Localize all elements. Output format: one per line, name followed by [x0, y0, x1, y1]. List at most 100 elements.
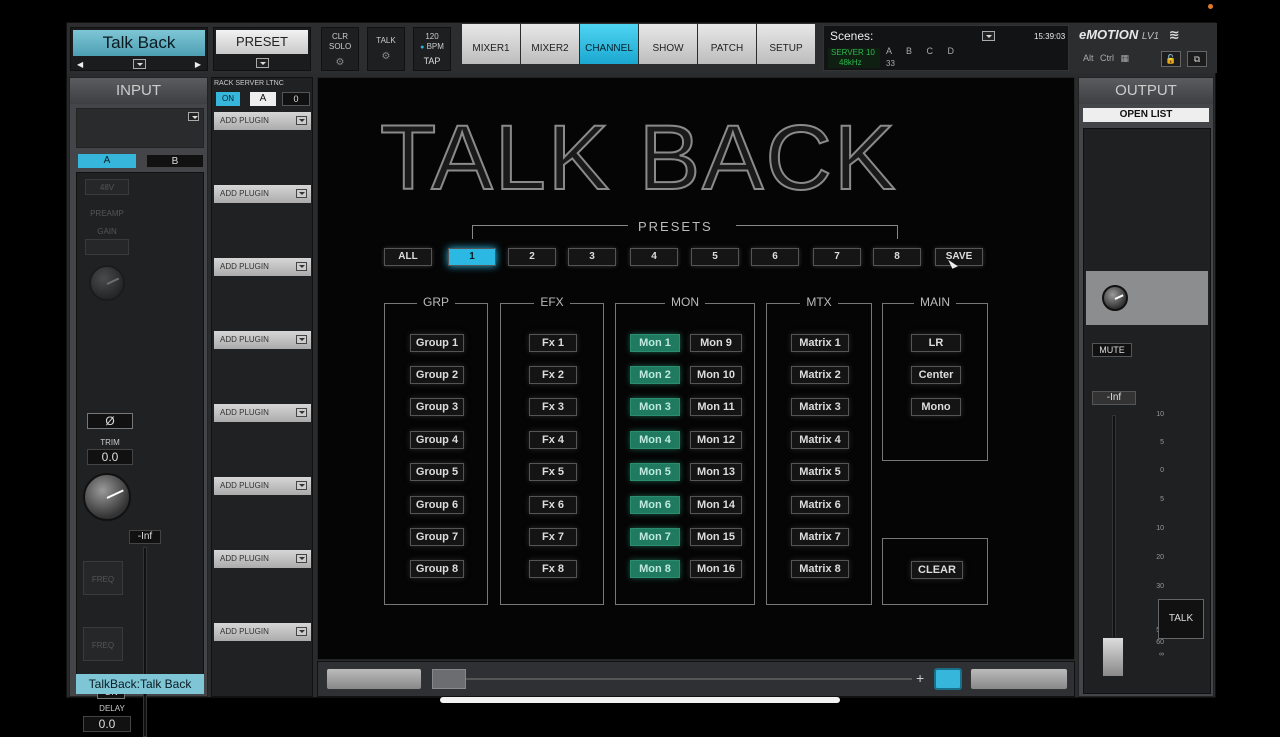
ctrl-key[interactable]: Ctrl — [1100, 53, 1114, 63]
matrix-2-button[interactable]: Matrix 2 — [791, 366, 849, 384]
group-7-button[interactable]: Group 7 — [410, 528, 464, 546]
talk-top-button[interactable]: TALK ⚙ — [367, 27, 405, 71]
phase-invert-button[interactable]: Ø — [87, 413, 133, 429]
bottom-blue-button[interactable] — [934, 668, 962, 690]
mon-14-button[interactable]: Mon 14 — [690, 496, 742, 514]
preset-1-button[interactable]: 1 — [448, 248, 496, 266]
input-fader-track[interactable] — [143, 547, 147, 737]
mon-16-button[interactable]: Mon 16 — [690, 560, 742, 578]
mon-5-button[interactable]: Mon 5 — [630, 463, 680, 481]
matrix-4-button[interactable]: Matrix 4 — [791, 431, 849, 449]
scenes-dropdown-icon[interactable] — [982, 31, 995, 41]
trim-value[interactable]: 0.0 — [87, 449, 133, 465]
add-plugin-slot-2[interactable]: ADD PLUGIN — [214, 185, 311, 203]
mon-9-button[interactable]: Mon 9 — [690, 334, 742, 352]
chevron-down-icon[interactable] — [296, 116, 307, 125]
mon-6-button[interactable]: Mon 6 — [630, 496, 680, 514]
preset-4-button[interactable]: 4 — [630, 248, 678, 266]
fx-2-button[interactable]: Fx 2 — [529, 366, 577, 384]
matrix-5-button[interactable]: Matrix 5 — [791, 463, 849, 481]
preset-5-button[interactable]: 5 — [691, 248, 739, 266]
mon-1-button[interactable]: Mon 1 — [630, 334, 680, 352]
matrix-8-button[interactable]: Matrix 8 — [791, 560, 849, 578]
clear-button[interactable]: CLEAR — [911, 561, 963, 579]
chevron-down-icon[interactable] — [296, 335, 307, 344]
mon-10-button[interactable]: Mon 10 — [690, 366, 742, 384]
zoom-plus-icon[interactable]: + — [916, 670, 924, 686]
output-fader-handle[interactable] — [1102, 637, 1124, 677]
group-8-button[interactable]: Group 8 — [410, 560, 464, 578]
preset-6-button[interactable]: 6 — [751, 248, 799, 266]
add-plugin-slot-8[interactable]: ADD PLUGIN — [214, 623, 311, 641]
scenes-panel[interactable]: Scenes: 15:39:03 SERVER 10 48kHz A B C D… — [823, 25, 1069, 71]
chevron-down-icon[interactable] — [296, 627, 307, 636]
add-plugin-slot-6[interactable]: ADD PLUGIN — [214, 477, 311, 495]
output-knob[interactable] — [1102, 285, 1128, 311]
fx-4-button[interactable]: Fx 4 — [529, 431, 577, 449]
tab-patch[interactable]: PATCH — [698, 24, 756, 64]
center-button[interactable]: Center — [911, 366, 961, 384]
rack-on-button[interactable]: ON — [216, 92, 240, 106]
scroll-track[interactable] — [432, 678, 912, 680]
prev-channel-icon[interactable]: ◀ — [77, 60, 83, 69]
clr-solo-button[interactable]: CLR SOLO ⚙ — [321, 27, 359, 71]
fx-6-button[interactable]: Fx 6 — [529, 496, 577, 514]
tab-mixer2[interactable]: MIXER2 — [521, 24, 579, 64]
matrix-1-button[interactable]: Matrix 1 — [791, 334, 849, 352]
input-b-button[interactable]: B — [146, 154, 204, 168]
group-4-button[interactable]: Group 4 — [410, 431, 464, 449]
group-1-button[interactable]: Group 1 — [410, 334, 464, 352]
chevron-down-icon[interactable] — [296, 554, 307, 563]
channel-name-display[interactable]: Talk Back — [73, 30, 205, 56]
mon-3-button[interactable]: Mon 3 — [630, 398, 680, 416]
lock-icon[interactable]: 🔓 — [1161, 51, 1181, 67]
chevron-down-icon[interactable] — [296, 262, 307, 271]
rack-latency[interactable]: 0 — [282, 92, 310, 106]
add-plugin-slot-1[interactable]: ADD PLUGIN — [214, 112, 311, 130]
channel-dropdown-icon[interactable] — [132, 59, 146, 69]
add-plugin-slot-4[interactable]: ADD PLUGIN — [214, 331, 311, 349]
alt-key[interactable]: Alt — [1083, 53, 1094, 63]
preset-save-button[interactable]: SAVE — [935, 248, 983, 266]
input-dropdown-icon[interactable] — [188, 112, 199, 121]
fx-5-button[interactable]: Fx 5 — [529, 463, 577, 481]
preset-all-button[interactable]: ALL — [384, 248, 432, 266]
input-source-select[interactable] — [76, 108, 204, 148]
preset-2-button[interactable]: 2 — [508, 248, 556, 266]
mute-button[interactable]: MUTE — [1092, 343, 1132, 357]
talk-button[interactable]: TALK — [1158, 599, 1204, 639]
gain-knob[interactable] — [89, 265, 125, 301]
trim-knob[interactable] — [83, 473, 131, 521]
mon-12-button[interactable]: Mon 12 — [690, 431, 742, 449]
mon-8-button[interactable]: Mon 8 — [630, 560, 680, 578]
group-3-button[interactable]: Group 3 — [410, 398, 464, 416]
fx-3-button[interactable]: Fx 3 — [529, 398, 577, 416]
mon-11-button[interactable]: Mon 11 — [690, 398, 742, 416]
delay-value[interactable]: 0.0 — [83, 716, 131, 732]
scroll-thumb[interactable] — [432, 669, 466, 689]
mon-13-button[interactable]: Mon 13 — [690, 463, 742, 481]
rack-server-select[interactable]: A — [250, 92, 276, 106]
group-2-button[interactable]: Group 2 — [410, 366, 464, 384]
fx-7-button[interactable]: Fx 7 — [529, 528, 577, 546]
mon-7-button[interactable]: Mon 7 — [630, 528, 680, 546]
next-channel-icon[interactable]: ▶ — [195, 60, 201, 69]
bottom-left-button[interactable] — [326, 668, 422, 690]
matrix-3-button[interactable]: Matrix 3 — [791, 398, 849, 416]
channel-label[interactable]: TalkBack:Talk Back — [76, 674, 204, 694]
preset-7-button[interactable]: 7 — [813, 248, 861, 266]
chevron-down-icon[interactable] — [296, 481, 307, 490]
preset-3-button[interactable]: 3 — [568, 248, 616, 266]
preset-dropdown-icon[interactable] — [256, 58, 269, 68]
mono-button[interactable]: Mono — [911, 398, 961, 416]
add-plugin-slot-7[interactable]: ADD PLUGIN — [214, 550, 311, 568]
tab-mixer1[interactable]: MIXER1 — [462, 24, 520, 64]
open-list-button[interactable]: OPEN LIST — [1083, 108, 1209, 122]
add-plugin-slot-3[interactable]: ADD PLUGIN — [214, 258, 311, 276]
bottom-right-button[interactable] — [970, 668, 1068, 690]
preset-8-button[interactable]: 8 — [873, 248, 921, 266]
tab-channel[interactable]: CHANNEL — [580, 24, 638, 64]
chevron-down-icon[interactable] — [296, 189, 307, 198]
group-6-button[interactable]: Group 6 — [410, 496, 464, 514]
lr-button[interactable]: LR — [911, 334, 961, 352]
